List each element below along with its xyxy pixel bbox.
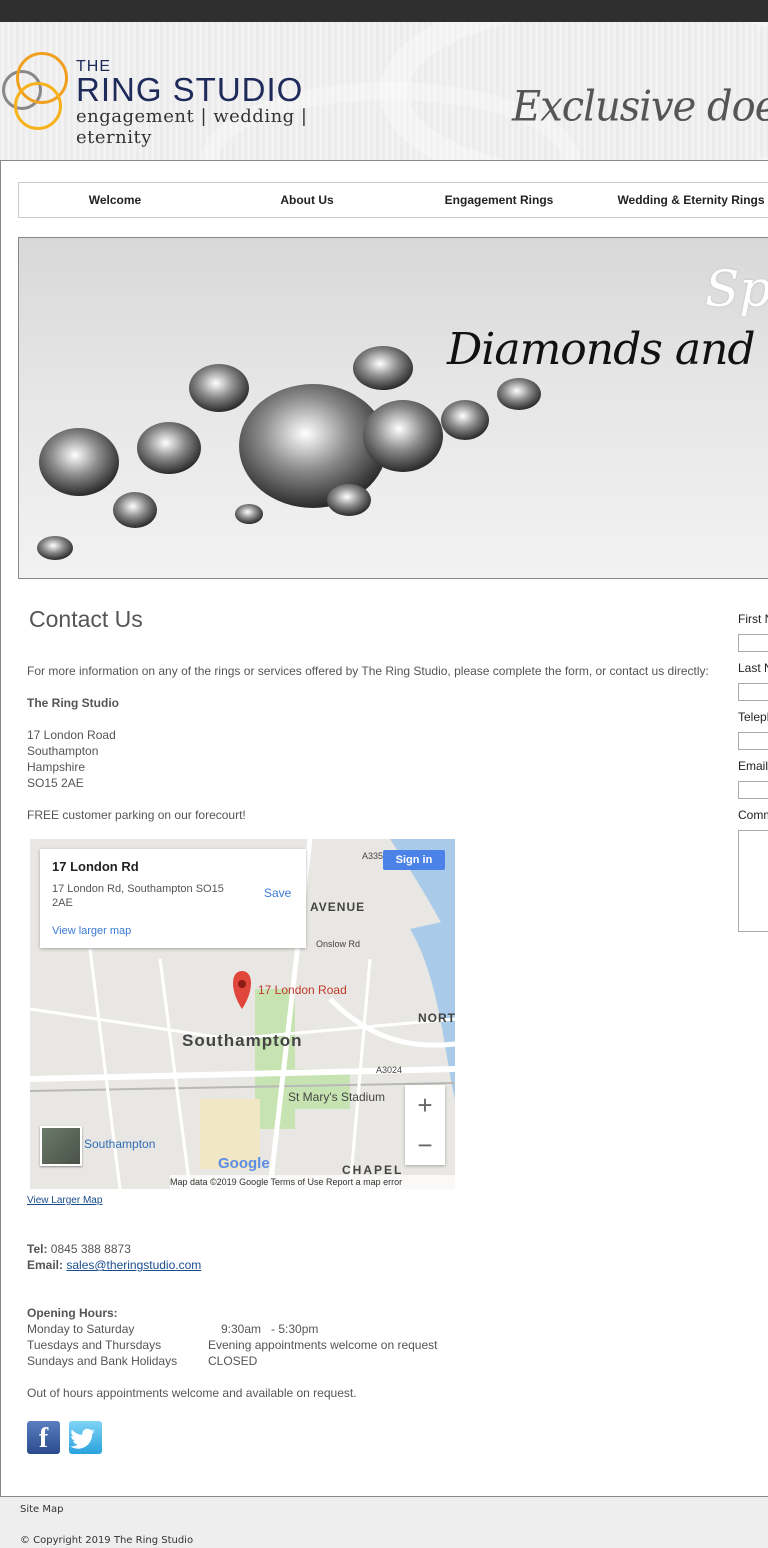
map-road-label: A3024 (376, 1065, 403, 1075)
out-of-hours-note: Out of hours appointments welcome and av… (27, 1386, 357, 1400)
banner-heading-line2: Diamonds and Colour (447, 324, 768, 375)
google-logo: Google (218, 1155, 270, 1172)
address-line: Hampshire (27, 760, 86, 774)
address-line: Southampton (27, 744, 99, 758)
comments-label: Comm (738, 808, 768, 822)
map-card-address: 17 London Rd, Southampton SO15 2AE (52, 883, 224, 909)
satellite-toggle-thumbnail[interactable] (40, 1126, 82, 1166)
last-name-label: Last N (738, 661, 768, 675)
email-link[interactable]: sales@theringstudio.com (66, 1258, 201, 1272)
zoom-out-icon[interactable]: − (405, 1125, 445, 1165)
map-info-card: 17 London Rd 17 London Rd, Southampton S… (40, 849, 306, 948)
tel-label: Tel: (27, 1242, 48, 1256)
comments-textarea[interactable] (738, 830, 768, 932)
map-zoom-control: + − (405, 1085, 445, 1165)
map-road-label: A335 (362, 851, 384, 861)
map-view-larger-link[interactable]: View larger map (52, 925, 131, 937)
nav-item-engagement-rings[interactable]: Engagement Rings (403, 183, 595, 217)
email-input[interactable] (738, 781, 768, 799)
tel-value: 0845 388 8873 (50, 1242, 131, 1256)
logo-name-text: RING STUDIO (76, 71, 304, 108)
map-pin-label: 17 London Road (258, 983, 347, 997)
email-label: Email: (27, 1258, 64, 1272)
site-footer: Site Map © Copyright 2019 The Ring Studi… (0, 1497, 768, 1548)
company-name: The Ring Studio (27, 696, 119, 710)
last-name-input[interactable] (738, 683, 768, 701)
twitter-icon[interactable] (69, 1421, 102, 1454)
map-area-label: NORT (418, 1011, 455, 1025)
diamonds-image (37, 346, 541, 560)
map-station-label: Southampton (84, 1137, 156, 1151)
page-title: Contact Us (29, 606, 143, 632)
telephone-input[interactable] (738, 732, 768, 750)
map-save-button[interactable]: Save (264, 886, 291, 900)
opening-hours-title: Opening Hours: (27, 1306, 118, 1320)
hours-day: Sundays and Bank Holidays (27, 1354, 178, 1368)
banner-heading-line1: Spec (705, 260, 768, 318)
telephone-label: Teleph (738, 710, 768, 724)
nav-item-welcome[interactable]: Welcome (19, 183, 211, 217)
first-name-label: First N (738, 612, 768, 626)
top-bar (0, 0, 768, 22)
map-attribution[interactable]: Map data ©2019 Google Terms of Use Repor… (170, 1175, 455, 1189)
embedded-map[interactable]: 17 London Rd 17 London Rd, Southampton S… (30, 839, 455, 1189)
email-label-form: Email (738, 759, 768, 773)
hours-day: Tuesdays and Thursdays (27, 1338, 162, 1352)
hours-day: Monday to Saturday (27, 1322, 135, 1336)
facebook-icon[interactable]: f (27, 1421, 60, 1454)
site-header: THE RING STUDIO engagement | wedding | e… (0, 22, 768, 160)
telephone-line: Tel: 0845 388 8873 (27, 1242, 131, 1256)
address-line: SO15 2AE (27, 776, 84, 790)
nav-item-wedding-eternity-rings[interactable]: Wedding & Eternity Rings (595, 183, 768, 217)
logo-subtitle: engagement | wedding | eternity (76, 106, 308, 148)
hours-time: Evening appointments welcome on request (208, 1338, 438, 1352)
rings-logo-icon (0, 50, 72, 136)
map-stadium-label: St Mary's Stadium (288, 1090, 385, 1104)
hero-banner: Spec Diamonds and Colour (18, 237, 768, 579)
site-logo[interactable]: THE RING STUDIO engagement | wedding | e… (0, 50, 360, 148)
header-tagline: Exclusive doesn 't have (512, 82, 768, 132)
map-area-label: AVENUE (310, 900, 366, 914)
address-line: 17 London Road (27, 728, 116, 742)
map-city-label: Southampton (182, 1031, 303, 1050)
map-road-label: Onslow Rd (316, 939, 361, 949)
hours-time: CLOSED (208, 1354, 258, 1368)
main-nav: Welcome About Us Engagement Rings Weddin… (18, 182, 768, 218)
email-line: Email: sales@theringstudio.com (27, 1258, 201, 1272)
sitemap-link[interactable]: Site Map (20, 1504, 63, 1515)
hours-time: 9:30am - 5:30pm (221, 1322, 319, 1336)
nav-item-about-us[interactable]: About Us (211, 183, 403, 217)
zoom-in-icon[interactable]: + (405, 1085, 445, 1125)
first-name-input[interactable] (738, 634, 768, 652)
map-signin-button[interactable]: Sign in (383, 850, 445, 870)
intro-text: For more information on any of the rings… (27, 664, 709, 678)
map-card-title: 17 London Rd (52, 859, 139, 874)
view-larger-map-link[interactable]: View Larger Map (27, 1195, 102, 1206)
copyright-text: © Copyright 2019 The Ring Studio (20, 1535, 194, 1546)
parking-note: FREE customer parking on our forecourt! (27, 808, 246, 822)
